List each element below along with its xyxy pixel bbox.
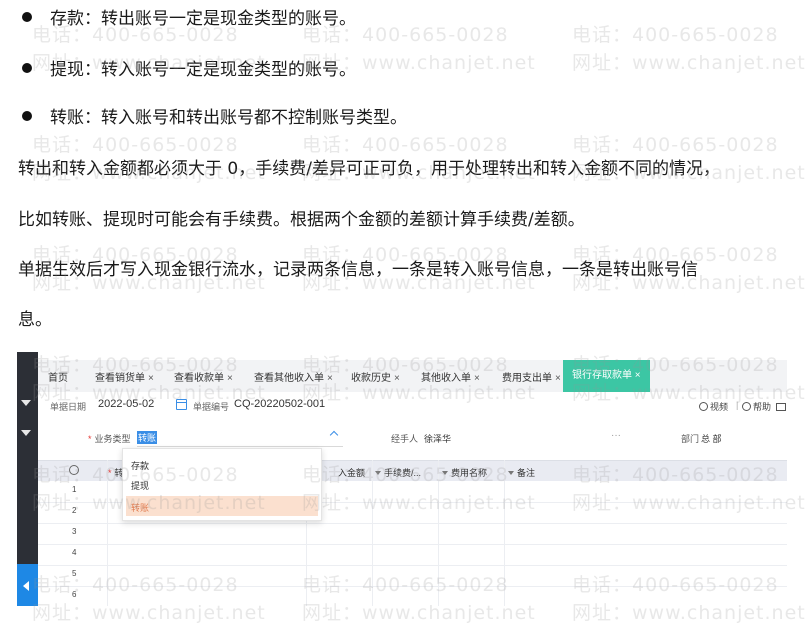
bullet-dot-icon [22, 12, 32, 22]
paragraph-amount-line2: 比如转账、提现时可能会有手续费。根据两个金额的差额计算手续费/差额。 [18, 210, 585, 230]
tab-bank-deposit-withdraw[interactable]: 银行存取款单 × [563, 360, 650, 392]
bullet-deposit: 存款：转出账号一定是现金类型的账号。 [22, 7, 356, 31]
column-divider [107, 460, 108, 606]
row-number: 4 [72, 548, 77, 557]
dropdown-option-deposit[interactable]: 存款 [131, 459, 149, 472]
play-icon [699, 402, 708, 411]
bullet-text: 提现：转入账号一定是现金类型的账号。 [50, 60, 356, 80]
expand-arrow-icon[interactable] [21, 400, 31, 406]
bullet-dot-icon [22, 63, 32, 73]
bullet-dot-icon [22, 111, 32, 121]
app-screenshot: 首页 查看销货单 × 查看收款单 × 查看其他收入单 × 收款历史 × 其他收入单 × 费… [17, 352, 787, 606]
table-row[interactable]: 6 [38, 586, 787, 606]
column-header: 费用名称 [442, 466, 487, 479]
close-icon[interactable]: × [148, 373, 154, 384]
tab-view-other-income[interactable]: 查看其他收入单 × [254, 369, 333, 384]
bullet-withdraw: 提现：转入账号一定是现金类型的账号。 [22, 58, 356, 82]
tab-other-income[interactable]: 其他收入单 × [421, 369, 480, 384]
close-icon[interactable]: × [555, 373, 561, 384]
paragraph-effect-line2: 息。 [18, 310, 52, 330]
business-type-label: * 业务类型 [88, 434, 131, 444]
column-divider [372, 460, 373, 606]
tab-expense[interactable]: 费用支出单 × [502, 369, 561, 384]
column-header: 手续费/... [375, 466, 421, 479]
business-type-underline [137, 446, 343, 447]
bullet-text: 转账：转入账号和转出账号都不控制账号类型。 [50, 108, 407, 128]
row-number: 6 [72, 590, 77, 599]
paragraph-effect-line1: 单据生效后才写入现金银行流水，记录两条信息，一条是转入账号信息，一条是转出账号信 [18, 260, 698, 280]
printer-icon [776, 403, 786, 411]
handler-value[interactable]: 徐泽华 [424, 432, 451, 445]
divider: | [736, 400, 739, 410]
department-value[interactable]: 总 部 [701, 432, 722, 445]
row-number: 1 [72, 485, 77, 494]
print-button[interactable]: 打印 [776, 400, 787, 413]
calendar-icon[interactable] [176, 399, 187, 410]
table-row[interactable]: 3 [38, 523, 787, 545]
dropdown-option-transfer[interactable]: 转账 [126, 496, 318, 516]
document-body: 存款：转出账号一定是现金类型的账号。 提现：转入账号一定是现金类型的账号。 转账… [0, 0, 808, 350]
close-icon[interactable]: × [227, 373, 233, 384]
tab-home[interactable]: 首页 [48, 369, 68, 384]
column-header: 入金额 [338, 468, 366, 478]
sort-icon[interactable] [375, 471, 381, 475]
paragraph-amount-line1: 转出和转入金额都必须大于 0，手续费/差异可正可负，用于处理转出和转入金额不同的… [18, 159, 720, 179]
handler-label: 经手人 [391, 434, 419, 444]
expand-arrow-icon[interactable] [21, 430, 31, 436]
business-type-dropdown: 存款 提现 转账 [122, 448, 322, 521]
table-row[interactable]: 4 [38, 544, 787, 566]
chevron-up-icon[interactable] [329, 430, 339, 440]
more-options-icon[interactable]: ··· [611, 430, 621, 441]
help-icon [742, 402, 751, 411]
close-icon[interactable]: × [635, 370, 641, 381]
row-number: 2 [72, 506, 77, 515]
doc-number-label: 单据编号 [193, 402, 230, 412]
bullet-transfer: 转账：转入账号和转出账号都不控制账号类型。 [22, 106, 407, 130]
close-icon[interactable]: × [394, 373, 400, 384]
video-button[interactable]: 视频 [699, 400, 728, 413]
column-header: 备注 [508, 466, 535, 479]
tab-receipt-history[interactable]: 收款历史 × [351, 369, 400, 384]
tab-view-sales[interactable]: 查看销货单 × [95, 369, 154, 384]
table-row[interactable]: 5 [38, 565, 787, 587]
sort-icon[interactable] [442, 471, 448, 475]
tab-bar: 首页 查看销货单 × 查看收款单 × 查看其他收入单 × 收款历史 × 其他收入单 × 费… [38, 360, 787, 393]
bullet-text: 存款：转出账号一定是现金类型的账号。 [50, 9, 356, 29]
close-icon[interactable]: × [474, 373, 480, 384]
row-number: 5 [72, 569, 77, 578]
date-label: 单据日期 [50, 402, 87, 412]
document-toolbar: 单据日期 2022-05-02 单据编号 CQ-20220502-001 视频 … [38, 392, 787, 418]
collapse-sidebar-button[interactable] [17, 564, 38, 606]
row-number: 3 [72, 527, 77, 536]
column-divider [438, 460, 439, 606]
sort-icon[interactable] [508, 471, 514, 475]
column-divider [504, 460, 505, 606]
arrow-left-icon [23, 581, 29, 591]
doc-number-value: CQ-20220502-001 [234, 398, 326, 410]
gear-icon[interactable] [69, 465, 79, 475]
left-sidebar [17, 352, 38, 606]
help-button[interactable]: 帮助 [742, 400, 771, 413]
form-header-row: * 业务类型 转账 经手人 徐泽华 ··· 部门 总 部 [38, 422, 787, 447]
dropdown-option-withdraw[interactable]: 提现 [131, 479, 149, 492]
date-value[interactable]: 2022-05-02 [98, 398, 154, 410]
close-icon[interactable]: × [327, 373, 333, 384]
department-label: 部门 [681, 434, 700, 444]
tab-view-receipt[interactable]: 查看收款单 × [174, 369, 233, 384]
business-type-select[interactable]: 转账 [137, 431, 158, 444]
